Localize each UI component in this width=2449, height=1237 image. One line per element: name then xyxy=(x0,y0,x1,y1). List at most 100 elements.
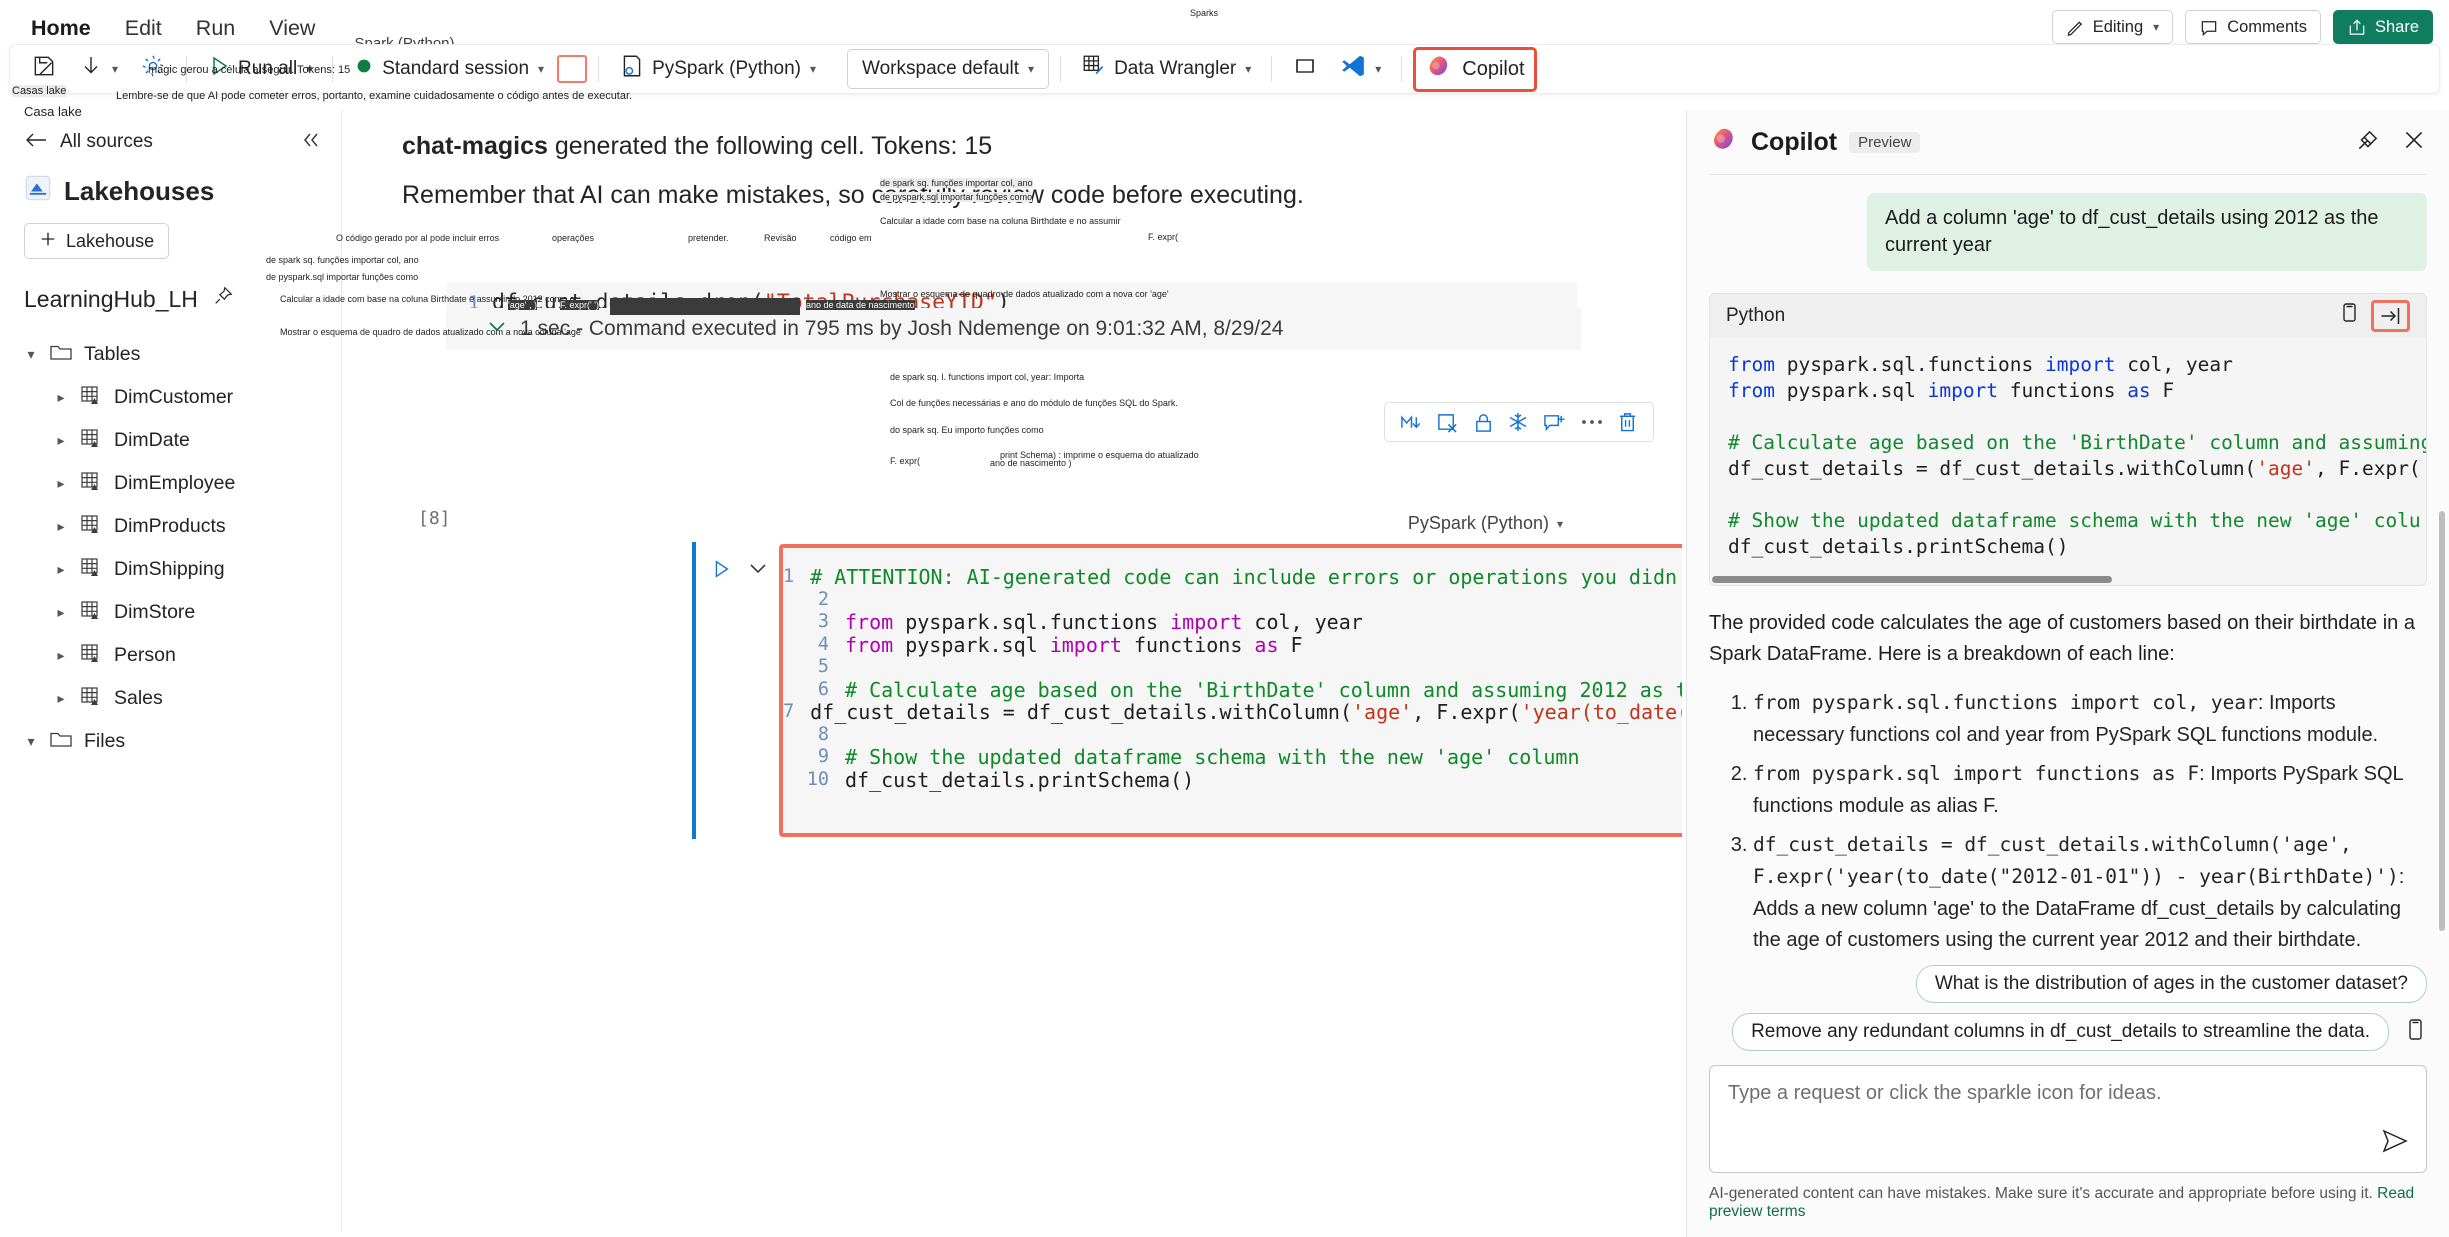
code-line-number: 5 xyxy=(817,656,829,677)
copilot-input-box[interactable]: Type a request or click the sparkle icon… xyxy=(1709,1065,2427,1173)
copilot-button-label: Copilot xyxy=(1462,57,1525,80)
code-line: 3 from pyspark.sql.functions import col, … xyxy=(783,611,1682,634)
tree-table-label: DimCustomer xyxy=(114,386,234,408)
lakehouses-title-label: Lakehouses xyxy=(64,176,215,206)
session-selector[interactable]: Standard session ▾ xyxy=(344,50,553,88)
tree-table-label: DimStore xyxy=(114,601,196,623)
tree-table-label: Person xyxy=(114,644,176,666)
chevron-down-icon: ▾ xyxy=(112,62,119,76)
add-comment-icon[interactable] xyxy=(1543,412,1566,433)
chevron-right-icon: ▸ xyxy=(57,561,65,577)
data-wrangler-button[interactable]: Data Wrangler ▾ xyxy=(1072,50,1260,88)
run-all-button[interactable]: Run all ▾ xyxy=(198,50,321,88)
cell-action-toolbar xyxy=(1384,402,1654,442)
code-card-line: df_cust_details = df_cust_details.withCo… xyxy=(1728,457,2421,480)
tree-table-item[interactable]: ▸ Person xyxy=(6,634,341,677)
executed-cell-language[interactable]: PySpark (Python) ▾ xyxy=(1408,513,1563,534)
all-sources-row[interactable]: All sources xyxy=(6,122,341,162)
code-card-line: df_cust_details.printSchema() xyxy=(1728,535,2069,558)
add-lakehouse-button[interactable]: Lakehouse xyxy=(24,223,170,259)
download-button[interactable]: ▾ xyxy=(70,50,127,88)
close-icon[interactable] xyxy=(2401,127,2427,158)
code-line: 2 xyxy=(783,589,1682,612)
code-line-number: 9 xyxy=(817,746,829,767)
lock-icon[interactable] xyxy=(1473,412,1494,433)
magic-cell-header-name: chat-magics xyxy=(402,132,548,160)
chevron-right-icon: ▸ xyxy=(57,647,65,663)
tree-table-label: Sales xyxy=(114,687,163,709)
tree-folder-label: Tables xyxy=(84,343,141,365)
gear-icon xyxy=(140,53,166,85)
suggestion-chip-1[interactable]: What is the distribution of ages in the … xyxy=(1915,965,2427,1003)
copilot-suggestions: What is the distribution of ages in the … xyxy=(1687,965,2449,1051)
chevron-right-icon: ▸ xyxy=(57,475,65,491)
share-label: Share xyxy=(2374,17,2419,36)
tree-table-item[interactable]: ▸ Sales xyxy=(6,677,341,720)
open-in-vscode-button[interactable]: ▾ xyxy=(1331,50,1390,88)
run-all-label: Run all xyxy=(238,58,298,79)
language-selector[interactable]: PySpark (Python) ▾ xyxy=(610,50,825,88)
lakehouse-icon xyxy=(24,174,52,209)
tree-table-item[interactable]: ▸ DimEmployee xyxy=(6,462,341,505)
settings-button[interactable] xyxy=(131,50,175,88)
preview-badge: Preview xyxy=(1849,131,1921,153)
divider xyxy=(1401,56,1403,82)
command-bar: ▾ Run all ▾ Standard session ▾ PySpark (… xyxy=(9,44,2440,94)
current-lakehouse-row[interactable]: LearningHub_LH xyxy=(24,285,341,313)
tree-folder-label: Files xyxy=(84,730,126,752)
layout-toggle-button[interactable] xyxy=(1283,50,1327,88)
share-button[interactable]: Share xyxy=(2332,10,2433,44)
clear-output-icon[interactable] xyxy=(1436,412,1459,433)
status-chevron-icon[interactable] xyxy=(486,317,508,341)
share-icon xyxy=(2347,18,2367,37)
tree-table-item[interactable]: ▸ DimProducts xyxy=(6,505,341,548)
tree-table-item[interactable]: ▸ DimDate xyxy=(6,419,341,462)
clear-chat-icon[interactable] xyxy=(2355,127,2381,158)
insert-code-button[interactable] xyxy=(2371,300,2410,332)
copilot-scrollbar[interactable] xyxy=(2439,511,2445,931)
markdown-convert-icon[interactable] xyxy=(1400,412,1423,432)
delete-icon[interactable] xyxy=(1617,411,1638,433)
copilot-button[interactable]: Copilot xyxy=(1413,46,1537,92)
active-code-cell[interactable]: 1 # ATTENTION: AI-generated code can incl… xyxy=(779,544,1682,837)
collapse-cell-button[interactable] xyxy=(747,558,769,583)
collapse-panel-icon[interactable] xyxy=(301,131,323,154)
tables-item-list: ▸ DimCustomer ▸ DimDate ▸ DimEmployee ▸ DimProd… xyxy=(6,376,341,720)
editing-mode-button[interactable]: Editing ▾ xyxy=(2051,10,2174,44)
suggestion-copy-icon[interactable] xyxy=(2403,1017,2427,1048)
more-options-icon[interactable] xyxy=(1580,418,1604,426)
divider xyxy=(186,56,188,82)
send-icon[interactable] xyxy=(2380,1128,2410,1160)
workspace-selector[interactable]: Workspace default ▾ xyxy=(847,49,1050,89)
tree-table-item[interactable]: ▸ DimCustomer xyxy=(6,376,341,419)
suggestion-chip-2[interactable]: Remove any redundant columns in df_cust_… xyxy=(1732,1013,2389,1051)
tree-table-item[interactable]: ▸ DimShipping xyxy=(6,548,341,591)
copilot-panel-header: Copilot Preview xyxy=(1687,110,2449,174)
chevron-down-icon: ▾ xyxy=(2153,20,2160,34)
editing-mode-label: Editing xyxy=(2092,17,2144,36)
copy-icon[interactable] xyxy=(2337,301,2361,331)
back-arrow-icon[interactable] xyxy=(24,130,48,155)
table-icon xyxy=(79,556,103,584)
lakehouse-tree: ▾ Tables ▸ DimCustomer ▸ DimDate ▸ DimEmploye… xyxy=(6,333,341,763)
run-cell-button[interactable] xyxy=(710,558,732,585)
comments-button[interactable]: Comments xyxy=(2185,10,2321,44)
table-icon xyxy=(79,470,103,498)
chevron-down-icon: ▾ xyxy=(1245,62,1252,76)
stop-session-highlight[interactable] xyxy=(557,55,588,83)
code-editor[interactable]: 1 # ATTENTION: AI-generated code can incl… xyxy=(783,548,1682,833)
table-icon xyxy=(79,685,103,713)
table-icon xyxy=(79,384,103,412)
tree-table-item[interactable]: ▸ DimStore xyxy=(6,591,341,634)
freeze-icon[interactable] xyxy=(1507,411,1529,433)
tree-folder-files[interactable]: ▾ Files xyxy=(6,720,341,763)
tree-folder-tables[interactable]: ▾ Tables xyxy=(6,333,341,376)
pin-icon[interactable] xyxy=(212,285,234,313)
save-disk-icon xyxy=(31,53,57,85)
chevron-down-icon: ▾ xyxy=(306,62,313,76)
save-button[interactable] xyxy=(22,50,66,88)
code-card-body[interactable]: from pyspark.sql.functions import col, y… xyxy=(1710,338,2426,570)
data-wrangler-label: Data Wrangler xyxy=(1114,58,1237,79)
code-card-horizontal-scrollbar[interactable] xyxy=(1712,576,2112,583)
folder-icon xyxy=(49,342,73,368)
